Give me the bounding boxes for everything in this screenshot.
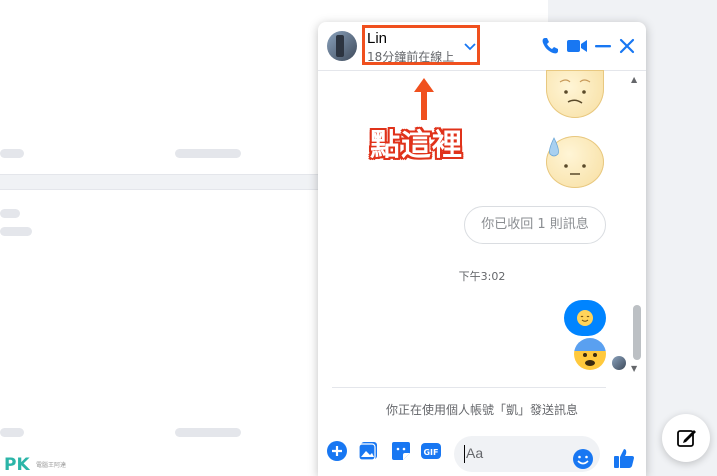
placeholder-line bbox=[175, 428, 241, 437]
smile-emoji bbox=[577, 310, 593, 326]
svg-text:GIF: GIF bbox=[423, 448, 438, 457]
annotation-label: 點這裡 bbox=[370, 128, 463, 163]
new-message-button[interactable] bbox=[662, 414, 710, 462]
contact-name[interactable]: Lin bbox=[367, 30, 387, 47]
chat-header: Lin 18分鐘前在線上 bbox=[318, 22, 646, 71]
like-icon[interactable] bbox=[612, 446, 634, 468]
sweat-emoji-sticker bbox=[546, 136, 604, 188]
text-caret bbox=[464, 445, 465, 463]
placeholder-line bbox=[0, 149, 24, 158]
watermark-subtitle: 電腦王阿達 bbox=[36, 462, 67, 469]
close-icon[interactable] bbox=[618, 36, 640, 56]
message-timestamp: 下午3:02 bbox=[458, 270, 506, 283]
watermark-logo: PK bbox=[4, 455, 30, 475]
confused-emoji-sticker bbox=[546, 70, 604, 118]
scroll-down-icon[interactable]: ▼ bbox=[631, 364, 637, 373]
anxious-sweat-emoji[interactable] bbox=[574, 338, 606, 370]
emoji-icon[interactable] bbox=[572, 448, 594, 470]
chat-window: Lin 18分鐘前在線上 你已收回 1 則訊息 下午3:02 ▲ ▼ 你正在使用… bbox=[318, 22, 646, 476]
contact-avatar[interactable] bbox=[327, 31, 357, 61]
placeholder-line bbox=[0, 428, 24, 437]
composer-bar: GIF Aa bbox=[318, 428, 646, 476]
photo-icon[interactable] bbox=[358, 440, 380, 462]
minimize-icon[interactable] bbox=[594, 36, 616, 56]
seen-avatar bbox=[612, 356, 626, 370]
plus-icon[interactable] bbox=[326, 440, 348, 462]
placeholder-line bbox=[0, 209, 20, 218]
phone-icon[interactable] bbox=[540, 36, 562, 56]
annotation-arrow-icon bbox=[410, 74, 438, 126]
contact-status: 18分鐘前在線上 bbox=[367, 50, 455, 64]
gif-icon[interactable]: GIF bbox=[420, 440, 442, 462]
chevron-down-icon[interactable] bbox=[464, 40, 476, 54]
account-notice: 你正在使用個人帳號「凱」發送訊息 bbox=[385, 403, 578, 417]
video-icon[interactable] bbox=[566, 36, 588, 56]
sticker-icon[interactable] bbox=[390, 440, 412, 462]
placeholder-line bbox=[0, 227, 32, 236]
retracted-message[interactable]: 你已收回 1 則訊息 bbox=[464, 206, 606, 244]
scrollbar-thumb[interactable] bbox=[633, 305, 641, 360]
divider bbox=[332, 387, 606, 388]
message-input-placeholder: Aa bbox=[466, 445, 484, 461]
scroll-up-icon[interactable]: ▲ bbox=[631, 75, 637, 84]
edit-icon bbox=[677, 430, 696, 447]
placeholder-line bbox=[175, 149, 241, 158]
